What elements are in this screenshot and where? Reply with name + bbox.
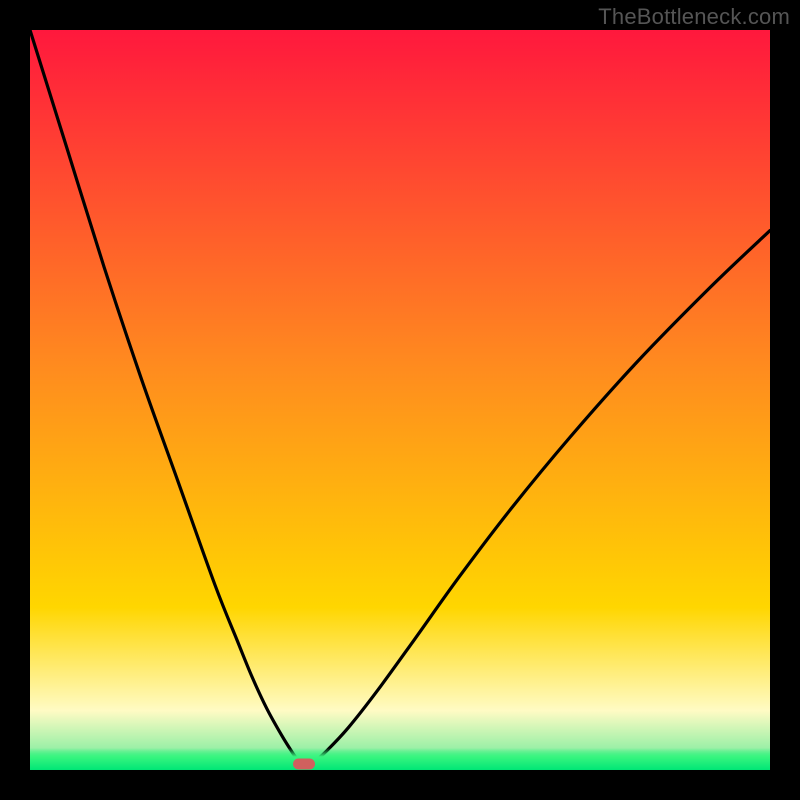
- chart-frame: TheBottleneck.com: [0, 0, 800, 800]
- watermark-text: TheBottleneck.com: [598, 4, 790, 30]
- green-baseline-strip: [30, 748, 770, 770]
- chart-svg: [30, 30, 770, 770]
- minimum-marker: [293, 759, 315, 770]
- plot-area: [30, 30, 770, 770]
